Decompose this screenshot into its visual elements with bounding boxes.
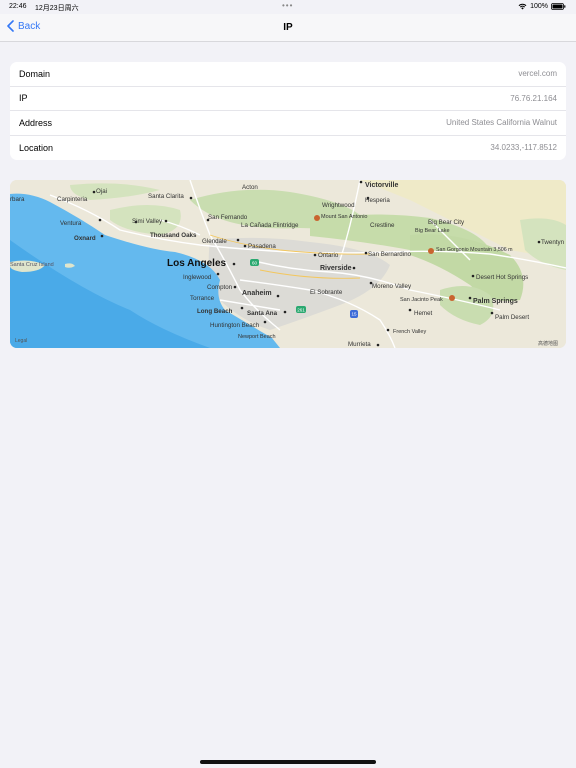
- battery-percent: 100%: [530, 3, 548, 10]
- status-indicators: 100%: [518, 3, 566, 10]
- map-label: Carpinteria: [57, 196, 88, 203]
- map-label: Twentyn: [541, 239, 565, 246]
- map-label: Inglewood: [183, 274, 212, 281]
- map-label: Glendale: [202, 238, 227, 245]
- map-label: Mount San Antonio: [321, 214, 367, 220]
- map-label: Hesperia: [365, 197, 390, 204]
- route-shield: 60: [252, 261, 258, 266]
- map-label: El Sobrante: [310, 289, 343, 296]
- map-label: San Fernando: [208, 214, 248, 221]
- map-label: Santa Clarita: [148, 193, 184, 200]
- map-label: Los Angeles: [167, 258, 227, 269]
- home-indicator[interactable]: [200, 760, 376, 764]
- info-label: IP: [19, 93, 28, 104]
- map-label: Anaheim: [242, 290, 272, 297]
- map-label: Compton: [207, 284, 233, 291]
- map-label: Thousand Oaks: [150, 232, 197, 239]
- map-label: Ventura: [60, 220, 82, 227]
- route-shield: 15: [351, 312, 357, 317]
- status-date: 12月23日周六: [35, 5, 79, 12]
- info-value: 34.0233,-117.8512: [490, 143, 557, 153]
- info-value: vercel.com: [518, 69, 557, 79]
- info-row-domain[interactable]: Domain vercel.com: [10, 62, 566, 87]
- map-label: San Jacinto Peak: [400, 297, 443, 303]
- map-label: Oxnard: [74, 235, 96, 242]
- map-view[interactable]: Victorville Hesperia Acton Santa Clarita…: [10, 180, 566, 348]
- map-label: Hemet: [414, 310, 433, 317]
- status-time: 22:46: [9, 3, 27, 10]
- wifi-icon: [518, 3, 527, 10]
- info-value: 76.76.21.164: [510, 93, 557, 103]
- map-label: San Bernardino: [368, 251, 412, 258]
- status-bar: 22:46 12月23日周六 ••• 100%: [0, 0, 576, 14]
- map-label: San Gorgonio Mountain 3,506 m: [436, 247, 513, 253]
- map-label: Acton: [242, 184, 258, 191]
- map-label: Victorville: [365, 182, 398, 189]
- info-label: Address: [19, 117, 53, 128]
- map-label: Ojai: [96, 188, 107, 195]
- info-row-address[interactable]: Address United States California Walnut: [10, 111, 566, 136]
- map-label: Long Beach: [197, 308, 233, 315]
- map-label: Desert Hot Springs: [476, 274, 528, 281]
- battery-icon: [551, 3, 566, 10]
- map-label: Palm Desert: [495, 314, 529, 321]
- info-row-ip[interactable]: IP 76.76.21.164: [10, 87, 566, 111]
- map-label: rbara: [10, 196, 25, 203]
- map-label: Santa Cruz Island: [10, 262, 54, 268]
- map-label: Big Bear Lake: [415, 228, 450, 234]
- map-attribution: 高德地图: [538, 340, 558, 347]
- route-shield: 261: [297, 308, 305, 313]
- map-label: French Valley: [393, 329, 426, 335]
- map-label: Wrightwood: [322, 202, 355, 209]
- map-label: Crestline: [370, 222, 395, 229]
- page-title: IP: [283, 22, 293, 33]
- info-label: Location: [19, 142, 54, 153]
- map-label: Pasadena: [248, 243, 276, 250]
- map-label: Newport Beach: [238, 334, 276, 340]
- map-legal-link[interactable]: Legal: [15, 338, 27, 344]
- map-label: Murrieta: [348, 341, 371, 348]
- map-label: Huntington Beach: [210, 322, 260, 329]
- map-label: Simi Valley: [132, 218, 163, 225]
- info-value: United States California Walnut: [446, 118, 557, 128]
- map-label: Palm Springs: [473, 298, 518, 305]
- navigation-bar: Back IP: [0, 14, 576, 42]
- info-row-location[interactable]: Location 34.0233,-117.8512: [10, 136, 566, 161]
- map-label: Torrance: [190, 295, 215, 302]
- info-list: Domain vercel.com IP 76.76.21.164 Addres…: [10, 62, 566, 160]
- map-label: Ontario: [318, 252, 339, 259]
- map-label: Big Bear City: [428, 219, 465, 226]
- multitasking-dots[interactable]: •••: [282, 1, 293, 10]
- map-label: La Cañada Flintridge: [241, 222, 299, 229]
- map-label: Santa Ana: [247, 310, 278, 317]
- map-label: Moreno Valley: [372, 283, 412, 290]
- map-label: Riverside: [320, 265, 352, 272]
- info-label: Domain: [19, 68, 51, 79]
